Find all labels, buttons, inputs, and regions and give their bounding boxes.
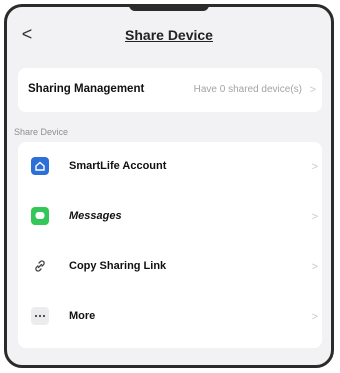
sharing-management-row[interactable]: Sharing Management Have 0 shared device(… xyxy=(18,68,322,112)
page-title: Share Device xyxy=(125,27,213,43)
share-option-copy-link[interactable]: Copy Sharing Link > xyxy=(18,242,322,292)
more-dots-icon xyxy=(31,307,49,325)
header: < Share Device xyxy=(7,7,331,63)
share-option-label: Copy Sharing Link xyxy=(69,260,167,272)
share-options-list: SmartLife Account > Messages > Copy Shar… xyxy=(18,142,322,348)
chevron-right-icon: > xyxy=(309,84,316,96)
share-option-label: More xyxy=(69,310,96,322)
shared-devices-count: Have 0 shared device(s) xyxy=(193,84,302,95)
section-label: Share Device xyxy=(14,127,69,137)
link-icon xyxy=(31,257,49,275)
messages-bubble-icon xyxy=(31,207,49,225)
smartlife-home-icon xyxy=(31,157,49,175)
share-option-smartlife-account[interactable]: SmartLife Account > xyxy=(18,142,322,192)
chevron-right-icon: > xyxy=(311,211,318,223)
chevron-right-icon: > xyxy=(311,261,318,273)
share-option-label: SmartLife Account xyxy=(69,160,167,172)
sharing-management-label: Sharing Management xyxy=(28,83,145,95)
chevron-right-icon: > xyxy=(311,311,318,323)
device-frame: < Share Device Sharing Management Have 0… xyxy=(4,4,334,368)
share-option-more[interactable]: More > xyxy=(18,292,322,342)
chevron-right-icon: > xyxy=(311,161,318,173)
share-option-label: Messages xyxy=(69,210,122,222)
share-option-messages[interactable]: Messages > xyxy=(18,192,322,242)
